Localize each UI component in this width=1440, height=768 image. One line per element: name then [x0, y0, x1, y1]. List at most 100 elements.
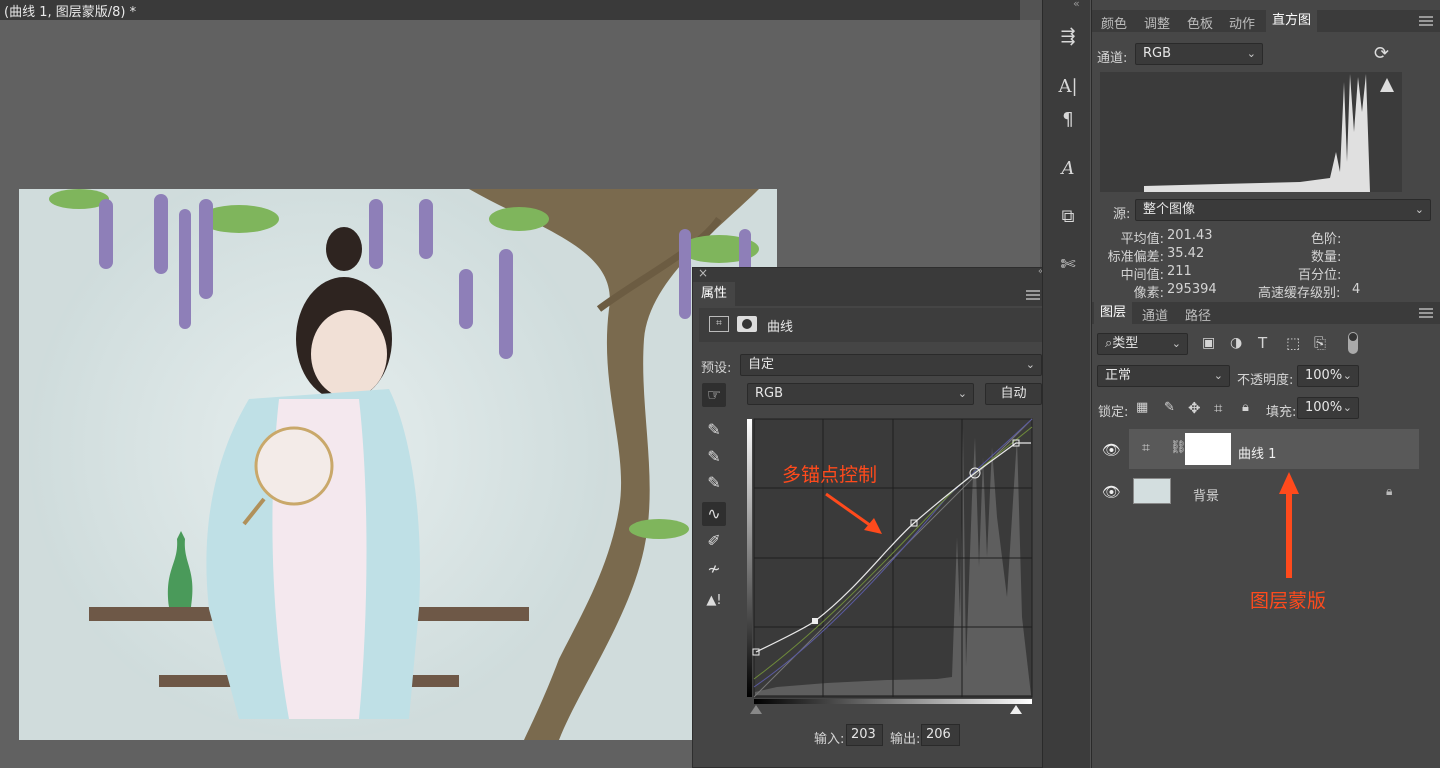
character-icon[interactable]: A|: [1055, 74, 1081, 100]
layer-mask-thumbnail[interactable]: [1185, 433, 1231, 465]
tab-swatches[interactable]: 色板: [1187, 13, 1213, 32]
lock-label: 锁定:: [1098, 405, 1129, 420]
cache-label: 高速缓存级别:: [1258, 286, 1341, 301]
tab-channels[interactable]: 通道: [1142, 305, 1168, 324]
lock-artboard-icon[interactable]: ⌗: [1214, 399, 1222, 417]
auto-button-label: 自动: [1000, 386, 1027, 401]
input-label: 输入:: [814, 732, 845, 747]
panel-icon-strip: « ⇶ A| ¶ A ⧉ ✄: [1042, 0, 1090, 768]
std-value: 35.42: [1167, 246, 1205, 261]
mean-label: 平均值:: [1120, 232, 1164, 247]
lock-transparent-icon[interactable]: ▦: [1136, 400, 1148, 415]
tab-color[interactable]: 颜色: [1101, 13, 1127, 32]
clone-source-icon[interactable]: ⇶: [1055, 24, 1081, 50]
on-image-adjust-icon[interactable]: ☞: [702, 383, 726, 407]
chevron-down-icon: ⌄: [1246, 47, 1256, 60]
filter-shape-icon[interactable]: ⬚: [1286, 334, 1300, 352]
chevron-down-icon: ⌄: [1342, 401, 1352, 414]
layer-filter-value: 类型: [1112, 336, 1139, 351]
filter-toggle[interactable]: [1348, 332, 1358, 354]
fill-label: 填充:: [1266, 405, 1297, 420]
lock-position-icon[interactable]: ✥: [1188, 399, 1201, 417]
eye-icon[interactable]: 👁︎: [1102, 483, 1121, 501]
percentile-label: 百分位:: [1298, 268, 1342, 283]
tab-layers[interactable]: 图层: [1094, 302, 1133, 324]
curve-point-tool-icon[interactable]: ∿: [702, 502, 726, 526]
cache-value: 4: [1352, 282, 1361, 297]
fill-field[interactable]: 100% ⌄: [1297, 397, 1359, 419]
layer-name: 曲线 1: [1238, 447, 1277, 462]
filter-type-icon[interactable]: T: [1258, 334, 1267, 352]
preset-label: 预设:: [701, 361, 732, 376]
collapse-icon[interactable]: «: [1073, 0, 1080, 10]
preset-value: 自定: [748, 357, 775, 372]
mask-icon[interactable]: [737, 316, 757, 332]
filter-smart-object-icon[interactable]: ⎘: [1314, 334, 1326, 352]
close-icon[interactable]: ×: [698, 266, 708, 280]
chevron-down-icon: ⌄: [1414, 203, 1424, 216]
curves-adjustment-icon: ⌗: [1142, 440, 1150, 456]
tab-histogram[interactable]: 直方图: [1266, 10, 1318, 32]
input-value: 203: [851, 727, 876, 742]
blend-mode-value: 正常: [1105, 368, 1132, 383]
tab-actions[interactable]: 动作: [1229, 13, 1255, 32]
notes-icon[interactable]: ⧉: [1055, 204, 1081, 230]
panel-menu-icon[interactable]: [1026, 290, 1040, 300]
properties-title[interactable]: 属性: [693, 282, 736, 306]
chevron-down-icon: ⌄: [1171, 337, 1181, 350]
white-eyedropper-icon[interactable]: ✎: [702, 471, 726, 495]
paragraph-icon[interactable]: ¶: [1055, 107, 1081, 133]
preset-select[interactable]: 自定 ⌄: [740, 354, 1042, 376]
curve-channel-value: RGB: [755, 386, 784, 401]
glyphs-icon[interactable]: A: [1055, 156, 1081, 182]
curves-icon[interactable]: ⌗: [709, 316, 729, 332]
curve-anchor-point[interactable]: [812, 618, 818, 624]
clipping-warning-icon[interactable]: ▲!: [702, 589, 726, 613]
black-eyedropper-icon[interactable]: ✎: [702, 418, 726, 442]
panel-menu-icon[interactable]: [1419, 16, 1433, 26]
filter-pixel-icon[interactable]: ▣: [1202, 335, 1215, 351]
canvas-photo[interactable]: [19, 189, 777, 740]
blend-mode-select[interactable]: 正常 ⌄: [1097, 365, 1230, 387]
adjustment-header: ⌗ 曲线: [699, 308, 1042, 342]
layer-thumbnail[interactable]: [1133, 478, 1171, 504]
pencil-icon[interactable]: ✐: [702, 529, 726, 553]
document-tab[interactable]: (曲线 1, 图层蒙版/8) *: [0, 0, 1020, 20]
curve-channel-select[interactable]: RGB ⌄: [747, 383, 974, 405]
tab-paths[interactable]: 路径: [1185, 305, 1211, 324]
output-field[interactable]: 206: [921, 724, 960, 746]
properties-header: × «: [693, 266, 1048, 282]
output-value: 206: [926, 727, 951, 742]
channel-label: 通道:: [1097, 51, 1128, 66]
refresh-icon[interactable]: ⟳: [1374, 43, 1389, 64]
input-field[interactable]: 203: [846, 724, 883, 746]
smooth-icon[interactable]: ≁: [702, 557, 726, 581]
auto-button[interactable]: 自动: [985, 383, 1042, 405]
right-dock: 颜色 调整 色板 动作 直方图 通道: RGB ⌄ ⟳ 源: 整个图像 ⌄ 平均值:…: [1091, 0, 1440, 768]
gray-eyedropper-icon[interactable]: ✎: [702, 445, 726, 469]
mean-value: 201.43: [1167, 228, 1213, 243]
fill-value: 100%: [1305, 400, 1343, 415]
layer-filter-select[interactable]: ⌕类型 ⌄: [1097, 333, 1188, 355]
opacity-value: 100%: [1305, 368, 1343, 383]
filter-adjustment-icon[interactable]: ◑: [1230, 335, 1242, 351]
layer-name: 背景: [1193, 489, 1220, 504]
std-label: 标准偏差:: [1107, 250, 1164, 265]
black-point-slider[interactable]: [750, 705, 762, 714]
adjustment-name: 曲线: [767, 320, 794, 335]
histogram-tabbar: 颜色 调整 色板 动作 直方图: [1092, 10, 1440, 32]
eye-icon[interactable]: 👁︎: [1102, 441, 1121, 459]
source-select[interactable]: 整个图像 ⌄: [1135, 199, 1431, 221]
lock-all-icon[interactable]: 🔒︎: [1242, 400, 1249, 415]
tab-adjustments[interactable]: 调整: [1144, 13, 1170, 32]
opacity-field[interactable]: 100% ⌄: [1297, 365, 1359, 387]
white-point-slider[interactable]: [1010, 705, 1022, 714]
document-title: (曲线 1, 图层蒙版/8) *: [4, 5, 137, 20]
chevron-down-icon: ⌄: [1213, 369, 1223, 382]
histogram-channel-select[interactable]: RGB ⌄: [1135, 43, 1263, 65]
lock-image-icon[interactable]: ✎: [1164, 400, 1175, 415]
properties-tabbar: 属性: [693, 282, 1048, 306]
histogram-graph: [1100, 72, 1402, 192]
photo-illustration: [19, 189, 777, 740]
panel-menu-icon[interactable]: [1419, 308, 1433, 318]
